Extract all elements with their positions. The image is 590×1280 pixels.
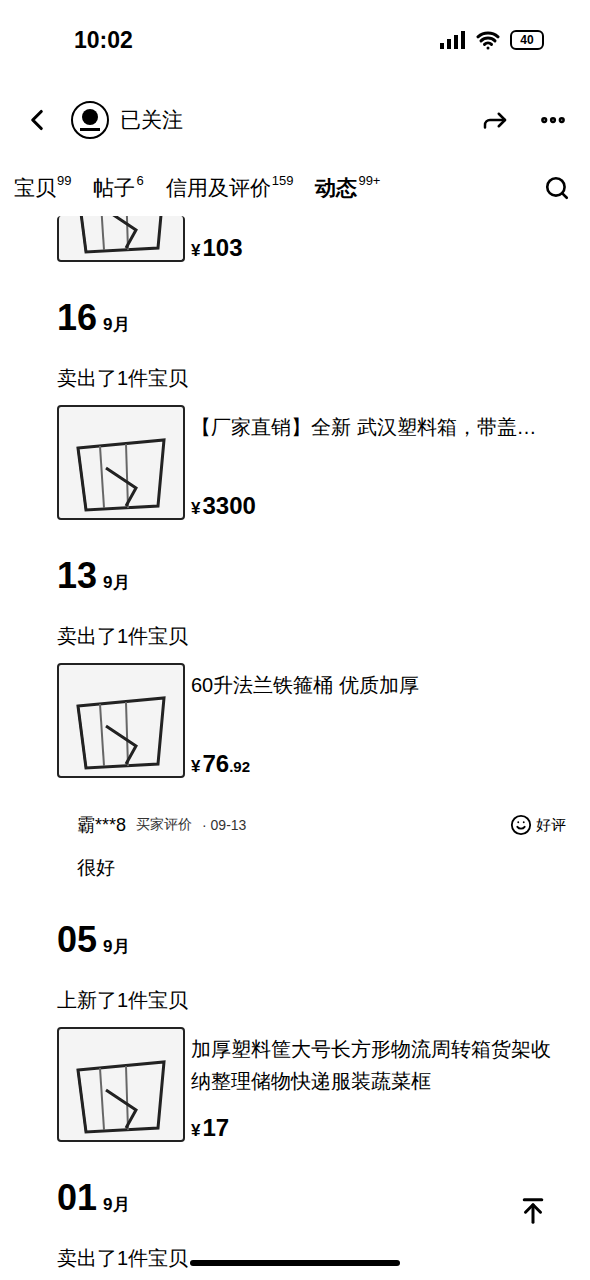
tab-bar: 宝贝99 帖子6 信用及评价159 动态99+	[0, 160, 590, 216]
product-title[interactable]: 60升法兰铁箍桶 优质加厚	[191, 669, 570, 701]
feed-entry: ¥103	[57, 216, 570, 262]
review-date: · 09-13	[202, 817, 246, 833]
product-item[interactable]: 60升法兰铁箍桶 优质加厚 ¥76.92	[57, 663, 570, 778]
header: 已关注	[0, 80, 590, 160]
activity-feed: ¥103169月卖出了1件宝贝【厂家直销】全新 武汉塑料箱，带盖…¥330013…	[0, 216, 590, 1280]
smile-icon	[510, 814, 532, 836]
follow-status[interactable]: 已关注	[120, 106, 470, 134]
product-thumbnail[interactable]	[57, 663, 185, 778]
product-title[interactable]: 【厂家直销】全新 武汉塑料箱，带盖…	[191, 411, 570, 443]
store-page: 10:02 40 已关注宝贝99 帖子6 信用及评价159 动态99+ ¥103 169月卖出…	[0, 0, 590, 1280]
product-item[interactable]: 加厚塑料筐大号长方形物流周转箱货架收纳整理储物快递服装蔬菜框 ¥17	[57, 1027, 570, 1142]
feed-action: 卖出了1件宝贝	[57, 1242, 570, 1274]
product-price: ¥103	[191, 234, 570, 262]
review-user: 霸***8	[77, 813, 126, 837]
product-info: 加厚塑料筐大号长方形物流周转箱货架收纳整理储物快递服装蔬菜框 ¥17	[191, 1027, 570, 1142]
product-item[interactable]: ¥103	[57, 216, 570, 262]
product-photo-icon	[66, 676, 176, 776]
product-title[interactable]: 加厚塑料筐大号长方形物流周转箱货架收纳整理储物快递服装蔬菜框	[191, 1033, 570, 1097]
feed-entry: 059月上新了1件宝贝加厚塑料筐大号长方形物流周转箱货架收纳整理储物快递服装蔬菜…	[57, 918, 570, 1142]
buyer-review: 霸***8 买家评价 · 09-13 好评很好	[57, 808, 570, 884]
search-icon[interactable]	[544, 175, 570, 201]
feed-action: 上新了1件宝贝	[57, 984, 570, 1016]
back-to-top-button[interactable]	[518, 1196, 548, 1226]
product-thumbnail[interactable]	[57, 1027, 185, 1142]
feed-date: 169月	[57, 296, 570, 340]
feed-action: 卖出了1件宝贝	[57, 620, 570, 652]
tab[interactable]: 帖子6	[93, 174, 143, 202]
feed-date: 139月	[57, 554, 570, 598]
review-rating: 好评	[510, 814, 570, 836]
tab[interactable]: 宝贝99	[14, 174, 71, 202]
product-info: ¥103	[191, 216, 570, 262]
product-photo-icon	[66, 418, 176, 518]
back-icon[interactable]	[20, 103, 54, 137]
review-text: 很好	[77, 852, 570, 884]
home-indicator	[190, 1260, 400, 1266]
wifi-icon	[476, 28, 500, 52]
product-thumbnail[interactable]	[57, 405, 185, 520]
feed-entry: 139月卖出了1件宝贝 60升法兰铁箍桶 优质加厚 ¥76.92 霸***8 买家评价 ·…	[57, 554, 570, 884]
tab[interactable]: 动态99+	[315, 174, 380, 202]
product-item[interactable]: 【厂家直销】全新 武汉塑料箱，带盖… ¥3300	[57, 405, 570, 520]
product-thumbnail[interactable]	[57, 216, 185, 262]
product-photo-icon	[66, 1040, 176, 1140]
share-icon[interactable]	[480, 105, 510, 135]
signal-icon	[440, 31, 466, 49]
product-price: ¥76.92	[191, 750, 570, 778]
arrow-up-icon[interactable]	[518, 1196, 548, 1226]
battery-icon: 40	[510, 30, 544, 50]
more-icon[interactable]	[538, 105, 568, 135]
product-info: 【厂家直销】全新 武汉塑料箱，带盖… ¥3300	[191, 405, 570, 520]
shop-logo-icon	[70, 100, 110, 140]
status-bar: 10:02 40	[0, 0, 590, 80]
product-price: ¥17	[191, 1114, 570, 1142]
review-label: 买家评价	[136, 816, 192, 834]
product-info: 60升法兰铁箍桶 优质加厚 ¥76.92	[191, 663, 570, 778]
feed-action: 卖出了1件宝贝	[57, 362, 570, 394]
avatar[interactable]	[70, 100, 110, 140]
tab[interactable]: 信用及评价159	[166, 174, 294, 202]
product-price: ¥3300	[191, 492, 570, 520]
feed-entry: 169月卖出了1件宝贝【厂家直销】全新 武汉塑料箱，带盖… ¥3300	[57, 296, 570, 520]
feed-date: 019月	[57, 1176, 570, 1220]
status-time: 10:02	[74, 27, 133, 54]
product-photo-icon	[66, 216, 176, 260]
feed-date: 059月	[57, 918, 570, 962]
